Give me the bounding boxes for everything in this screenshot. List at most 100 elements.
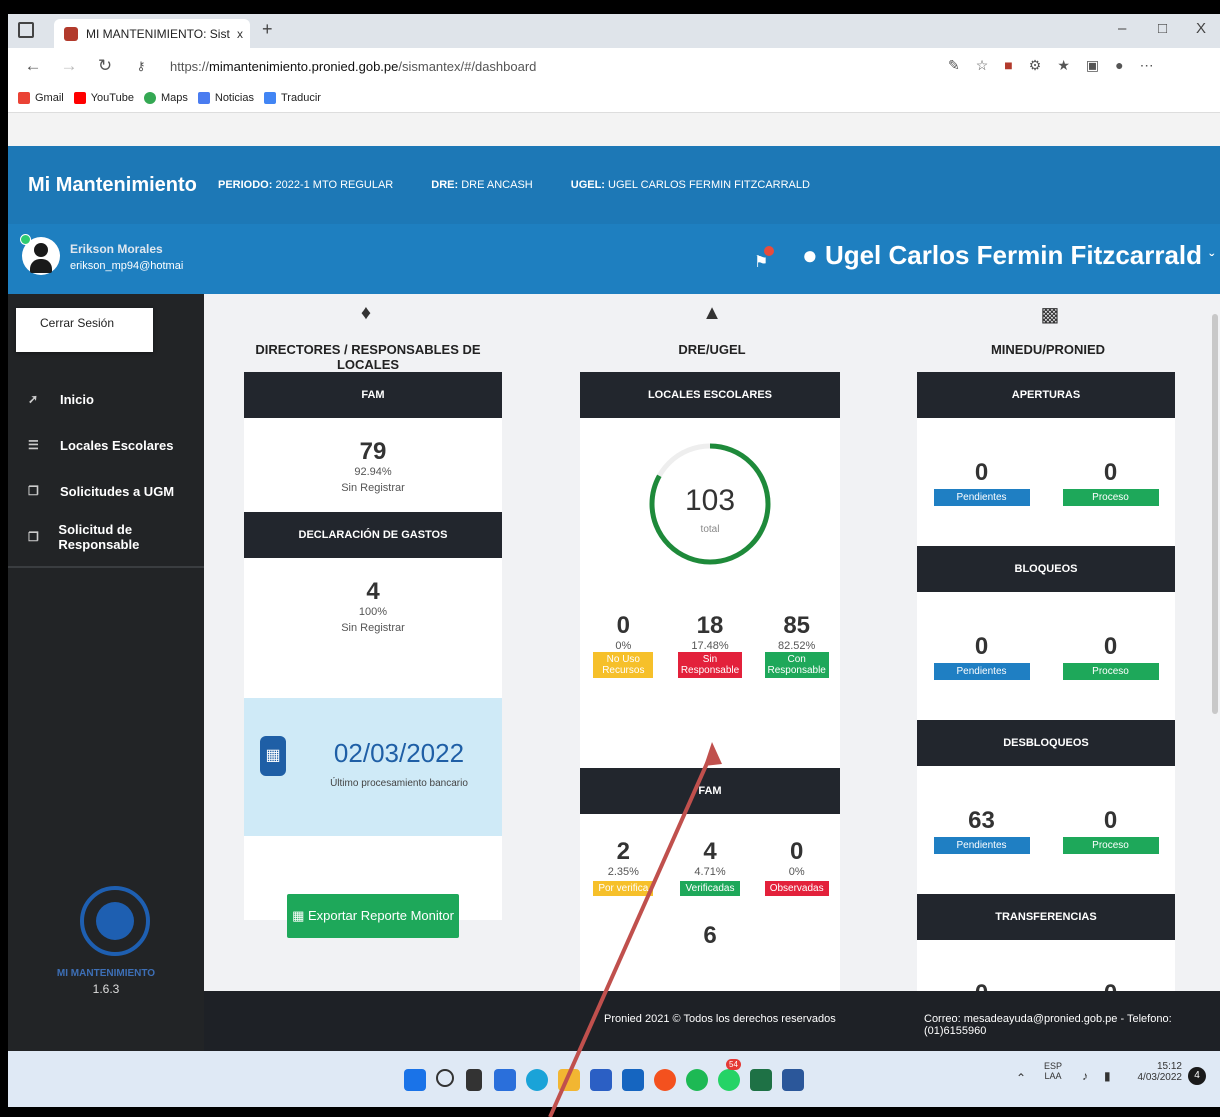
file-explorer-icon[interactable] — [558, 1069, 580, 1091]
notification-bell-icon[interactable]: ⚑ — [754, 246, 774, 272]
extension-icon[interactable]: ■ — [1004, 57, 1028, 73]
chrome-icon[interactable] — [654, 1069, 676, 1091]
stat-value: 0 — [616, 612, 631, 639]
declaracion-value: 4 — [366, 578, 380, 605]
proceso-badge[interactable]: Proceso — [1062, 836, 1159, 854]
collections-icon[interactable]: ⚙ — [1029, 57, 1058, 73]
export-report-button[interactable]: ▦ Exportar Reporte Monitor — [287, 894, 459, 938]
proceso-value: 0 — [1103, 458, 1118, 486]
read-aloud-icon[interactable]: ✎ — [948, 57, 976, 73]
no-uso-badge[interactable]: No Uso Recursos — [593, 652, 654, 678]
task-view-icon[interactable] — [466, 1069, 482, 1091]
badge-line: Responsable — [767, 665, 826, 676]
locales-header: LOCALES ESCOLARES — [580, 372, 840, 418]
spotify-icon[interactable] — [686, 1069, 708, 1091]
maximize-button[interactable]: □ — [1158, 20, 1167, 37]
profile-icon[interactable]: ● — [1115, 57, 1139, 73]
sidebar-item-inicio[interactable]: ➚ Inicio — [8, 376, 204, 422]
fam-observadas: 0 0% Observadas — [753, 838, 840, 896]
minedu-heading: MINEDU/PRONIED — [990, 342, 1106, 357]
page-scrollbar[interactable] — [1212, 314, 1218, 714]
bookmark-youtube[interactable]: YouTube — [73, 92, 134, 104]
sin-responsable-badge[interactable]: Sin Responsable — [678, 652, 742, 678]
por-verificar-badge[interactable]: Por verifica — [593, 881, 654, 896]
observadas-badge[interactable]: Observadas — [764, 881, 829, 896]
notification-count[interactable]: 4 — [1188, 1067, 1206, 1085]
start-icon[interactable] — [404, 1069, 426, 1091]
sidebar-menu: ➚ Inicio ☰ Locales Escolares ❐ Solicitudes … — [8, 376, 204, 560]
user-panel[interactable]: Erikson Morales erikson_mp94@hotmai — [8, 224, 204, 294]
lang-line: ESP — [1044, 1061, 1063, 1071]
bookmark-traducir[interactable]: Traducir — [264, 92, 321, 104]
proceso-badge[interactable]: Proceso — [1062, 662, 1159, 680]
bookmark-gmail[interactable]: Gmail — [18, 92, 64, 104]
proceso-value: 0 — [1103, 632, 1118, 660]
store-icon[interactable] — [590, 1069, 612, 1091]
user-name[interactable]: Erikson Morales — [70, 242, 163, 256]
stat-pct: 82.52% — [778, 640, 816, 652]
proceso-cell: 0 Proceso — [1046, 807, 1175, 854]
dre-value: DRE ANCASH — [461, 179, 533, 191]
site-favicon-icon — [64, 26, 78, 41]
con-responsable-badge[interactable]: Con Responsable — [764, 652, 829, 678]
tray-chevron-icon[interactable]: ⌃ — [1016, 1071, 1026, 1085]
logout-menu-item[interactable]: Cerrar Sesión — [16, 308, 153, 352]
pendientes-badge[interactable]: Pendientes — [933, 488, 1030, 506]
directores-heading: DIRECTORES / RESPONSABLES DE LOCALES — [255, 342, 481, 372]
ugel-value: UGEL CARLOS FERMIN FITZCARRALD — [608, 179, 810, 191]
url-host: mimantenimiento.pronied.gob.pe — [209, 58, 399, 74]
back-icon[interactable]: ← — [22, 56, 44, 76]
calendar-icon: ▦ — [260, 736, 286, 776]
new-tab-button[interactable]: + — [262, 19, 273, 40]
building-icon: ▩ — [1040, 304, 1060, 326]
excel-icon[interactable] — [750, 1069, 772, 1091]
more-icon[interactable]: ⋯ — [1140, 57, 1170, 73]
brand-title[interactable]: Mi Mantenimiento — [8, 146, 204, 224]
pendientes-badge[interactable]: Pendientes — [933, 836, 1030, 854]
sidebar-item-locales[interactable]: ☰ Locales Escolares — [8, 422, 204, 468]
dashboard-content: ♦ DIRECTORES / RESPONSABLES DE LOCALES F… — [204, 294, 1220, 1051]
share-icon[interactable]: ▣ — [1086, 57, 1115, 73]
fam-pct: 92.94% — [354, 466, 392, 478]
window-close-button[interactable]: X — [1196, 20, 1206, 37]
chevron-down-icon: ˇ — [1209, 251, 1214, 267]
stat-no-uso: 0 0% No Uso Recursos — [580, 612, 667, 678]
export-button-label: Exportar Reporte Monitor — [307, 908, 454, 923]
bookmark-noticias[interactable]: Noticias — [197, 92, 254, 104]
bookmark-label: Noticias — [214, 92, 254, 104]
tab-actions-icon[interactable] — [18, 22, 34, 38]
browser-tab[interactable]: MI MANTENIMIENTO: Sistema d x — [54, 19, 250, 48]
stat-pct: 2.35% — [607, 866, 639, 878]
whatsapp-icon[interactable]: 54 — [718, 1059, 741, 1091]
sidebar-item-responsable[interactable]: ❐ Solicitud de Responsable — [8, 514, 204, 560]
battery-icon[interactable]: ▮ — [1104, 1069, 1111, 1083]
language-indicator[interactable]: ESP LAA — [1044, 1061, 1062, 1081]
clock[interactable]: 15:12 4/03/2022 — [1134, 1061, 1183, 1083]
favorite-icon[interactable]: ☆ — [976, 57, 1005, 73]
widgets-icon[interactable] — [494, 1069, 516, 1091]
favorites-list-icon[interactable]: ★ — [1057, 57, 1086, 73]
volume-icon[interactable]: ♪ — [1082, 1069, 1088, 1083]
proceso-value: 0 — [1103, 806, 1118, 834]
tab-close-button[interactable]: x — [230, 27, 250, 41]
edge-icon[interactable] — [526, 1069, 548, 1091]
lock-icon[interactable]: ⚷ — [130, 59, 152, 73]
url-field[interactable]: https://mimantenimiento.pronied.gob.pe/s… — [170, 59, 536, 74]
refresh-icon[interactable]: ↻ — [94, 56, 116, 76]
ugel-title: Ugel Carlos Fermin Fitzcarrald — [824, 240, 1203, 270]
badge-line: Sin — [702, 654, 718, 665]
browser-toolbar-icons: ✎☆■⚙★▣●⋯ — [948, 57, 1170, 74]
dre-info: DRE: DRE ANCASH — [431, 179, 532, 191]
proceso-badge[interactable]: Proceso — [1062, 488, 1159, 506]
ugel-title-dropdown[interactable]: ● Ugel Carlos Fermin Fitzcarrald ˇ — [802, 240, 1214, 271]
sidebar-item-solicitudes[interactable]: ❐ Solicitudes a UGM — [8, 468, 204, 514]
tab-bar: MI MANTENIMIENTO: Sistema d x + – □ X — [8, 14, 1220, 48]
minimize-button[interactable]: – — [1118, 20, 1126, 37]
mail-icon[interactable] — [622, 1069, 644, 1091]
bookmark-maps[interactable]: Maps — [143, 92, 188, 104]
search-icon[interactable] — [436, 1069, 454, 1087]
verificadas-badge[interactable]: Verificadas — [680, 881, 740, 896]
forward-icon[interactable]: → — [58, 56, 80, 76]
word-icon[interactable] — [782, 1069, 804, 1091]
pendientes-badge[interactable]: Pendientes — [933, 662, 1030, 680]
